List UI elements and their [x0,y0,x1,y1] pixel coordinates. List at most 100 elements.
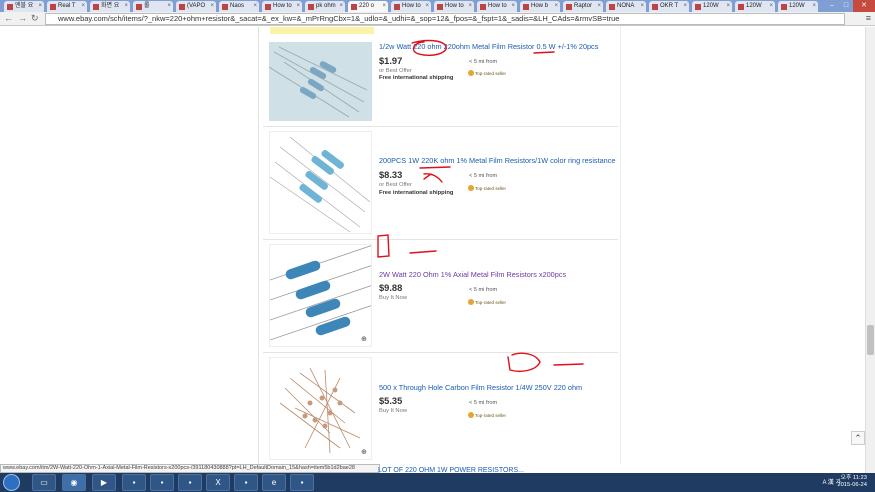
browser-tab[interactable]: OKR T × [649,1,689,12]
tab-favicon-icon [351,3,357,10]
listing-item[interactable]: 200PCS 1W 220K ohm 1% Metal Film Resisto… [263,128,618,238]
address-bar: ← → ↻ www.ebay.com/sch/items/?_nkw=220+o… [0,12,875,26]
browser-tab[interactable]: 220 o × [348,1,388,12]
url-text: www.ebay.com/sch/items/?_nkw=220+ohm+res… [58,14,620,23]
tab-close-icon[interactable]: × [124,1,128,12]
tab-favicon-icon [50,3,56,10]
medal-icon [468,412,474,418]
listing-thumbnail[interactable] [269,42,372,121]
browser-tab[interactable]: NONA × [606,1,646,12]
browser-tab[interactable]: 롤 × [133,1,173,12]
app-taskbar-icon[interactable]: ▪ [178,474,202,491]
tab-close-icon[interactable]: × [640,1,644,12]
title-part: 220 Ohm [408,270,439,279]
listing-thumbnail[interactable] [269,131,372,234]
tab-favicon-icon [609,3,615,10]
listing-thumbnail[interactable]: ⊕ [269,357,372,460]
promo-banner-edge [270,27,374,34]
tab-label: How to [402,3,421,9]
zoom-icon[interactable]: ⊕ [361,449,369,457]
listing-thumbnail[interactable]: ⊕ [269,244,372,347]
tab-close-icon[interactable]: × [511,1,515,12]
listing-title-link[interactable]: 2W Watt 220 Ohm 1% Axial Metal Film Resi… [379,270,566,279]
vertical-scrollbar[interactable] [865,27,875,473]
reload-icon[interactable]: ↻ [31,13,39,24]
tab-label: OKR T [660,3,679,9]
browser-tab[interactable]: 화면 요 × [90,1,130,12]
listing-item[interactable]: 1/2w Watt 220 ohm 220ohm Metal Film Resi… [263,37,618,132]
tab-label: How to [445,3,464,9]
browser-tab[interactable]: Real T × [47,1,87,12]
tab-label: 롤 [144,3,150,9]
app-taskbar-icon[interactable]: ▪ [122,474,146,491]
tab-close-icon[interactable]: × [769,1,773,12]
title-part: 1/2w Watt [379,42,414,51]
back-icon[interactable]: ← [4,13,13,23]
tab-close-icon[interactable]: × [296,1,300,12]
excel-taskbar-icon[interactable]: X [206,474,230,491]
browser-tab[interactable]: How to × [391,1,431,12]
ie-taskbar-icon[interactable]: e [262,474,286,491]
badge-label: Top-rated seller [475,299,507,305]
tab-favicon-icon [93,3,99,10]
listing-title-link[interactable]: 1/2w Watt 220 ohm 220ohm Metal Film Resi… [379,42,598,51]
browser-tab[interactable]: pk ohm × [305,1,345,12]
medal-icon [468,185,474,191]
app-taskbar-icon[interactable]: ▪ [234,474,258,491]
browser-tab[interactable]: How to × [434,1,474,12]
tab-close-icon[interactable]: × [468,1,472,12]
forward-icon[interactable]: → [18,13,27,23]
browser-tab[interactable]: 엔블 요 × [4,1,44,12]
zoom-icon[interactable]: ⊕ [361,336,369,344]
tab-close-icon[interactable]: × [683,1,687,12]
media-taskbar-icon[interactable]: ▶ [92,474,116,491]
browser-tab[interactable]: How to × [262,1,302,12]
tab-close-icon[interactable]: × [726,1,730,12]
tab-label: How to [273,3,292,9]
tab-close-icon[interactable]: × [425,1,429,12]
close-window-button[interactable]: ✕ [853,0,875,12]
tab-favicon-icon [136,3,142,10]
listing-separator [263,126,618,127]
menu-icon[interactable]: ≡ [866,13,871,23]
maximize-button[interactable]: □ [839,0,853,12]
app-taskbar-icon[interactable]: ▪ [290,474,314,491]
listing-title-link[interactable]: 200PCS 1W 220K ohm 1% Metal Film Resisto… [379,156,615,165]
system-clock[interactable]: 오후 11:23 2015-06-24 [837,475,867,489]
tab-close-icon[interactable]: × [38,1,42,12]
url-input[interactable]: www.ebay.com/sch/items/?_nkw=220+ohm+res… [45,13,845,25]
title-part: Watt [389,270,409,279]
browser-tab[interactable]: (VAPO × [176,1,216,12]
explorer-taskbar-icon[interactable]: ▭ [32,474,56,491]
listing-title-link[interactable]: 500 x Through Hole Carbon Film Resistor … [379,383,582,392]
listing-item[interactable]: ⊕ 2W Watt 220 Ohm 1% Axial Metal Film Re… [263,241,618,351]
browser-tab-bar: 엔블 요 × Real T × 화면 요 × 롤 × (VAPO × Naos × How to × pk … [0,0,875,12]
tab-close-icon[interactable]: × [597,1,601,12]
tab-close-icon[interactable]: × [382,1,386,12]
search-results-page: 1/2w Watt 220 ohm 220ohm Metal Film Resi… [0,27,865,464]
chrome-taskbar-icon[interactable]: ◉ [62,474,86,491]
tab-close-icon[interactable]: × [167,1,171,12]
back-to-top-button[interactable]: ⌃ [851,431,865,445]
start-button[interactable] [3,474,20,491]
browser-tab[interactable]: How to × [477,1,517,12]
browser-tab[interactable]: How b × [520,1,560,12]
browser-tab[interactable]: Raptor × [563,1,603,12]
tab-favicon-icon [394,3,400,10]
scrollbar-thumb[interactable] [867,325,874,355]
minimize-button[interactable]: – [825,0,839,12]
tab-close-icon[interactable]: × [81,1,85,12]
browser-tab[interactable]: 120W × [778,1,818,12]
browser-tab[interactable]: Naos × [219,1,259,12]
top-rated-badge: Top-rated seller [468,412,506,418]
browser-tab[interactable]: 120W × [692,1,732,12]
tab-favicon-icon [179,3,185,10]
listing-item[interactable]: ⊕ 500 x Through Hole Carbon Film Resisto… [263,354,618,464]
tab-close-icon[interactable]: × [253,1,257,12]
browser-tab[interactable]: 120W × [735,1,775,12]
tab-close-icon[interactable]: × [554,1,558,12]
tab-close-icon[interactable]: × [812,1,816,12]
app-taskbar-icon[interactable]: ▪ [150,474,174,491]
tab-close-icon[interactable]: × [210,1,214,12]
tab-close-icon[interactable]: × [339,1,343,12]
